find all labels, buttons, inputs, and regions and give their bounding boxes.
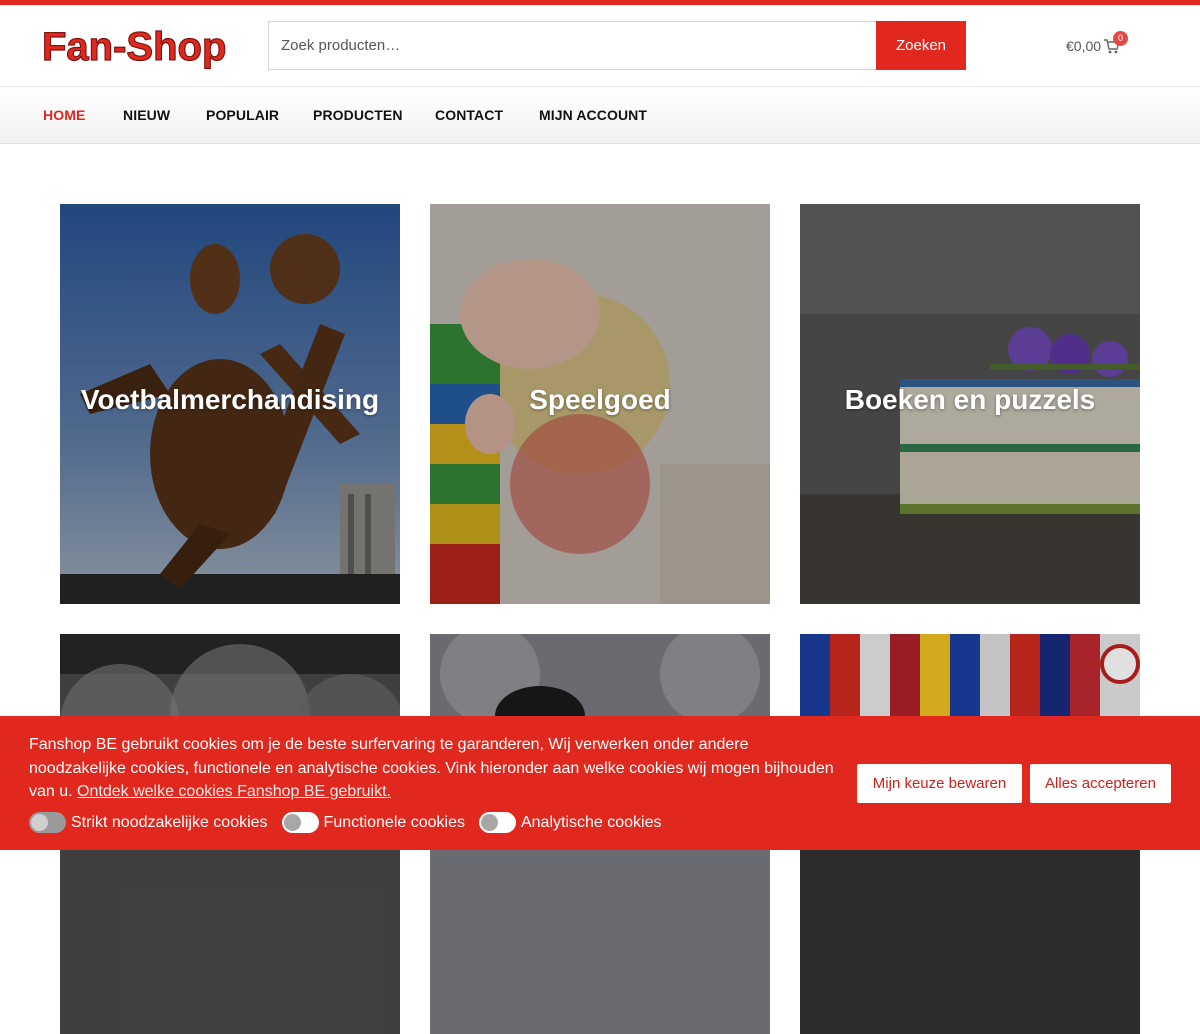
site-header: Fan-Shop Zoeken €0,00 0 [0,5,1200,87]
nav-nieuw[interactable]: NIEUW [123,107,170,123]
nav-contact[interactable]: CONTACT [435,107,503,123]
cookie-banner: Fanshop BE gebruikt cookies om je de bes… [0,716,1200,850]
accept-all-button[interactable]: Alles accepteren [1030,764,1171,803]
category-tile-boeken-en-puzzels[interactable]: Boeken en puzzels [800,204,1140,604]
main-nav: HOME NIEUW POPULAIR PRODUCTEN CONTACT MI… [0,88,1200,144]
site-logo[interactable]: Fan-Shop [40,21,255,71]
cart-total: €0,00 [1066,38,1102,54]
functional-cookies-toggle[interactable] [281,812,319,833]
cart-count-badge: 0 [1113,31,1128,46]
nav-mijn-account[interactable]: MIJN ACCOUNT [539,107,647,123]
search-button[interactable]: Zoeken [876,21,966,70]
strict-cookies-toggle[interactable] [29,812,66,833]
nav-home[interactable]: HOME [43,107,85,123]
nav-populair[interactable]: POPULAIR [206,107,279,123]
save-choice-button[interactable]: Mijn keuze bewaren [857,764,1022,803]
category-title: Voetbalmerchandising [80,384,380,415]
category-tile-voetbalmerchandising[interactable]: Voetbalmerchandising [60,204,400,604]
search-input[interactable] [268,21,878,70]
svg-text:Fan-Shop: Fan-Shop [42,25,226,69]
toggle-label: Strikt noodzakelijke cookies [71,813,268,831]
category-title: Boeken en puzzels [844,384,1096,415]
category-tile-speelgoed[interactable]: Speelgoed [430,204,770,604]
cookie-toggles: Strikt noodzakelijke cookies Functionele… [29,812,675,833]
cookie-policy-link[interactable]: Ontdek welke cookies Fanshop BE gebruikt… [77,783,391,800]
toggle-label: Functionele cookies [323,813,465,831]
cookie-message: Fanshop BE gebruikt cookies om je de bes… [29,733,839,804]
category-title: Speelgoed [529,384,671,415]
nav-producten[interactable]: PRODUCTEN [313,107,403,123]
toggle-label: Analytische cookies [520,813,662,831]
analytical-cookies-toggle[interactable] [478,812,516,833]
